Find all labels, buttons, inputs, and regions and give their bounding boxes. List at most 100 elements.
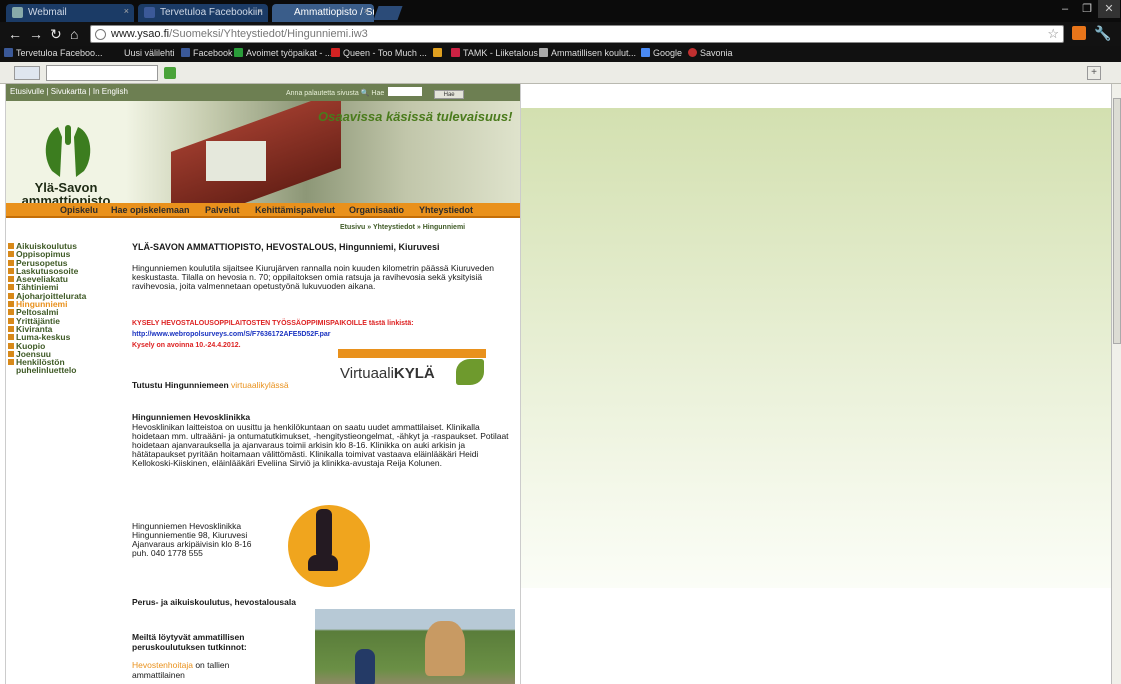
close-tab-icon[interactable]: × bbox=[124, 6, 129, 16]
facebook-icon bbox=[4, 48, 13, 57]
menu-item-palvelut[interactable]: Palvelut bbox=[205, 205, 240, 215]
slogan: Osaavissa käsissä tulevaisuus! bbox=[318, 109, 513, 124]
clinic-title: Hingunniemen Hevosklinikka bbox=[132, 412, 251, 422]
star-icon[interactable]: ☆ bbox=[1047, 26, 1059, 42]
close-window-icon[interactable]: ✕ bbox=[1098, 0, 1120, 18]
home-icon[interactable]: ⌂ bbox=[70, 26, 78, 42]
bookmark-label: Facebook bbox=[193, 48, 233, 58]
clinic-text: Hevosklinikan laitteistoa on uusittu ja … bbox=[132, 422, 509, 468]
bookmark-item[interactable]: Avoimet työpaikat - ... bbox=[234, 48, 332, 58]
survey-block: KYSELY HEVOSTALOUSOPPILAITOSTEN TYÖSSÄOP… bbox=[132, 319, 516, 350]
feedback-link[interactable]: Anna palautetta sivusta bbox=[286, 90, 359, 97]
logo-part: Virtuaali bbox=[340, 365, 394, 382]
site-search-input[interactable] bbox=[388, 87, 423, 96]
horse-leg-icon bbox=[316, 509, 332, 559]
survey-link[interactable]: http://www.webropolsurveys.com/S/F763617… bbox=[132, 330, 516, 339]
qualification-line: Hevostenhoitaja on tallien bbox=[132, 661, 282, 670]
qualification-text: ammattilainen bbox=[132, 670, 185, 680]
bookmark-label: Tervetuloa Faceboo... bbox=[16, 48, 103, 58]
tamk-icon bbox=[451, 48, 460, 57]
sidenav-item[interactable]: Henkilöstön puhelinluettelo bbox=[8, 358, 118, 375]
clinic-address: Hingunniemen Hevosklinikka Hingunniement… bbox=[132, 522, 252, 558]
forward-icon[interactable]: → bbox=[29, 26, 43, 42]
bookmark-label: Savonia bbox=[700, 48, 733, 58]
web-page: Etusivulle | Sivukartta | In English Ann… bbox=[0, 84, 1111, 684]
virtuaalikyla-logo-text: VirtuaaliKYLÄ bbox=[340, 365, 435, 382]
bookmark-item[interactable] bbox=[433, 48, 445, 58]
virtuaalikyla-banner[interactable]: VirtuaaliKYLÄ bbox=[338, 349, 486, 389]
bookmark-label: Queen - Too Much ... bbox=[343, 48, 427, 58]
add-icon[interactable]: + bbox=[1087, 66, 1101, 80]
virtual-link[interactable]: virtuaalikylässä bbox=[231, 380, 289, 390]
butterfly-icon bbox=[456, 359, 484, 385]
horse-figure bbox=[425, 621, 465, 676]
new-tab-button[interactable] bbox=[373, 6, 403, 20]
horse-photo bbox=[315, 609, 515, 684]
scrollbar-thumb[interactable] bbox=[1113, 98, 1121, 344]
tab-facebook[interactable]: Tervetuloa Facebookiin × bbox=[138, 4, 268, 22]
facebook-icon bbox=[144, 7, 155, 18]
main-menu: Opiskelu Hae opiskelemaan Palvelut Kehit… bbox=[6, 203, 520, 218]
extension-icon[interactable] bbox=[1072, 26, 1086, 40]
virtual-line: Tutustu Hingunniemeen virtuaalikylässä bbox=[132, 381, 289, 390]
site-top-strip: Etusivulle | Sivukartta | In English Ann… bbox=[6, 84, 520, 101]
wrench-icon[interactable]: 🔧 bbox=[1094, 25, 1111, 41]
top-right-tools: Anna palautetta sivusta 🔍 Hae Hae bbox=[286, 87, 465, 99]
banner-bar bbox=[338, 349, 486, 358]
toolbar-menu-button[interactable] bbox=[14, 66, 40, 80]
bookmark-item[interactable]: Facebook bbox=[181, 48, 233, 58]
bookmark-item[interactable]: Savonia bbox=[688, 48, 733, 58]
mail-icon bbox=[12, 7, 23, 18]
go-icon[interactable] bbox=[164, 67, 176, 79]
bookmark-icon bbox=[433, 48, 442, 57]
tab-webmail[interactable]: Webmail × bbox=[6, 4, 134, 22]
ysao-logo[interactable] bbox=[38, 121, 98, 185]
survey-title: KYSELY HEVOSTALOUSOPPILAITOSTEN TYÖSSÄOP… bbox=[132, 320, 414, 327]
link-icon bbox=[539, 48, 548, 57]
virtual-prefix: Tutustu Hingunniemeen bbox=[132, 380, 229, 390]
qualification-link[interactable]: Hevostenhoitaja bbox=[132, 660, 193, 670]
bookmark-item[interactable]: Ammatillisen koulut... bbox=[539, 48, 636, 58]
menu-item-hae[interactable]: Hae opiskelemaan bbox=[111, 205, 190, 215]
bookmark-label: Avoimet työpaikat - ... bbox=[246, 48, 333, 58]
bookmark-label: TAMK - Liiketalous bbox=[463, 48, 538, 58]
toolbar-search-input[interactable] bbox=[46, 65, 158, 81]
breadcrumb[interactable]: Etusivu » Yhteystiedot » Hingunniemi bbox=[340, 224, 465, 231]
menu-item-kehittamispalvelut[interactable]: Kehittämispalvelut bbox=[255, 205, 335, 215]
menu-item-organisaatio[interactable]: Organisaatio bbox=[349, 205, 404, 215]
tab-ysao-active[interactable]: Ammattiopisto / Suomeksi × bbox=[272, 4, 374, 22]
intro-text: Hingunniemen koulutila sijaitsee Kiurujä… bbox=[132, 263, 494, 291]
maximize-icon[interactable]: ❐ bbox=[1076, 0, 1098, 18]
bookmark-item[interactable]: Google bbox=[641, 48, 682, 58]
bookmark-item[interactable]: Uusi välilehti bbox=[124, 48, 175, 58]
site-search-button[interactable]: Hae bbox=[434, 90, 465, 99]
bookmark-item[interactable]: Queen - Too Much ... bbox=[331, 48, 427, 58]
search-icon: 🔍 bbox=[360, 90, 372, 97]
hoof-icon bbox=[308, 555, 338, 571]
site-container: Etusivulle | Sivukartta | In English Ann… bbox=[5, 84, 521, 684]
navigation-bar: ← → ↻ ⌂ www.ysao.fi/Suomeksi/Yhteystiedo… bbox=[0, 22, 1121, 46]
address-bar[interactable]: www.ysao.fi/Suomeksi/Yhteystiedot/Hingun… bbox=[90, 25, 1064, 43]
bookmark-item[interactable]: TAMK - Liiketalous bbox=[451, 48, 538, 58]
browser-window: Webmail × Tervetuloa Facebookiin × Ammat… bbox=[0, 0, 1121, 684]
person-figure bbox=[355, 649, 375, 684]
close-tab-icon[interactable]: × bbox=[258, 6, 263, 16]
minimize-icon[interactable]: – bbox=[1054, 0, 1076, 18]
vertical-scrollbar[interactable] bbox=[1111, 84, 1121, 684]
qualification-text: on tallien bbox=[192, 660, 230, 670]
bookmark-item[interactable]: Tervetuloa Faceboo... bbox=[4, 48, 103, 58]
tab-label: Ammattiopisto / Suomeksi bbox=[294, 7, 374, 18]
tab-strip: Webmail × Tervetuloa Facebookiin × Ammat… bbox=[0, 0, 1121, 22]
search-label: Hae bbox=[371, 90, 385, 97]
facebook-icon bbox=[181, 48, 190, 57]
reload-icon[interactable]: ↻ bbox=[50, 26, 62, 42]
logo-line: ammattiopisto bbox=[21, 193, 111, 203]
close-tab-icon[interactable]: × bbox=[364, 6, 369, 16]
section-title: Perus- ja aikuiskoulutus, hevostalousala bbox=[132, 597, 296, 607]
back-icon[interactable]: ← bbox=[8, 26, 22, 42]
side-navigation: Aikuiskoulutus Oppisopimus Perusopetus L… bbox=[8, 242, 118, 375]
top-links[interactable]: Etusivulle | Sivukartta | In English bbox=[10, 87, 128, 96]
menu-item-yhteystiedot[interactable]: Yhteystiedot bbox=[419, 205, 473, 215]
logo-text: Ylä-Savon ammattiopisto bbox=[6, 181, 126, 203]
menu-item-opiskelu[interactable]: Opiskelu bbox=[60, 205, 98, 215]
